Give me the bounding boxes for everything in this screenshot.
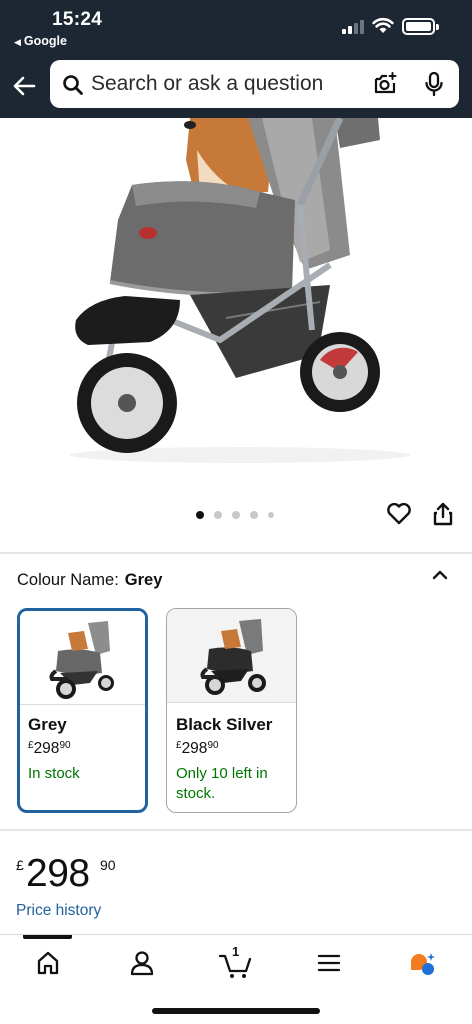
battery-icon <box>402 18 439 35</box>
colour-name-row: Colour Name: Grey <box>17 571 162 590</box>
cart-count: 1 <box>232 944 240 959</box>
search-bar[interactable]: Search or ask a question <box>50 60 459 108</box>
swatch-stock-status: In stock <box>28 765 80 782</box>
top-bar: 15:24 ◀ Google Search or ask a question <box>0 0 472 118</box>
swatch-name: Grey <box>28 715 67 734</box>
camera-icon[interactable] <box>372 71 398 97</box>
search-icon <box>63 75 83 95</box>
price-whole: 298 <box>26 852 90 895</box>
home-indicator <box>152 1008 320 1014</box>
menu-icon[interactable] <box>309 947 349 979</box>
swatch-price: £29890 <box>28 740 71 757</box>
colour-selected-value: Grey <box>124 571 163 589</box>
price-fraction: 90 <box>100 857 116 873</box>
colour-option-grey[interactable]: Grey £29890 In stock <box>17 608 148 813</box>
pager-dot[interactable] <box>268 512 274 518</box>
back-to-app-link[interactable]: ◀ Google <box>14 34 67 48</box>
back-arrow-icon[interactable] <box>10 72 38 100</box>
microphone-icon[interactable] <box>423 71 445 97</box>
cellular-signal-icon <box>342 20 364 34</box>
pager-dot[interactable] <box>250 511 258 519</box>
rufus-icon[interactable] <box>402 947 442 979</box>
price-currency: £ <box>16 857 24 873</box>
wifi-icon <box>372 17 394 33</box>
home-icon[interactable] <box>28 947 68 979</box>
pager-dot[interactable] <box>214 511 222 519</box>
active-tab-indicator <box>23 935 72 939</box>
back-triangle-icon: ◀ <box>14 37 21 47</box>
swatch-thumbnail <box>20 611 145 705</box>
cart-button[interactable]: 1 <box>216 944 256 979</box>
product-image[interactable] <box>0 118 472 498</box>
share-icon[interactable] <box>432 501 454 527</box>
swatch-stock-status: Only 10 left in stock. <box>176 765 268 802</box>
colour-label: Colour Name: <box>17 571 119 589</box>
stroller-illustration <box>70 118 410 463</box>
chevron-up-icon[interactable] <box>430 568 450 582</box>
pager-dot[interactable] <box>196 511 204 519</box>
back-app-label: Google <box>23 34 67 48</box>
swatch-thumbnail <box>167 609 296 703</box>
swatch-price: £29890 <box>176 740 219 757</box>
section-divider <box>0 829 472 831</box>
swatch-name: Black Silver <box>176 715 273 734</box>
search-input[interactable]: Search or ask a question <box>91 72 323 96</box>
section-divider <box>0 552 472 554</box>
account-icon[interactable] <box>122 947 162 979</box>
pager-dot[interactable] <box>232 511 240 519</box>
colour-option-black-silver[interactable]: Black Silver £29890 Only 10 left in stoc… <box>166 608 297 813</box>
price-history-link[interactable]: Price history <box>16 902 101 920</box>
heart-icon[interactable] <box>386 502 412 526</box>
status-time: 15:24 <box>52 9 103 30</box>
